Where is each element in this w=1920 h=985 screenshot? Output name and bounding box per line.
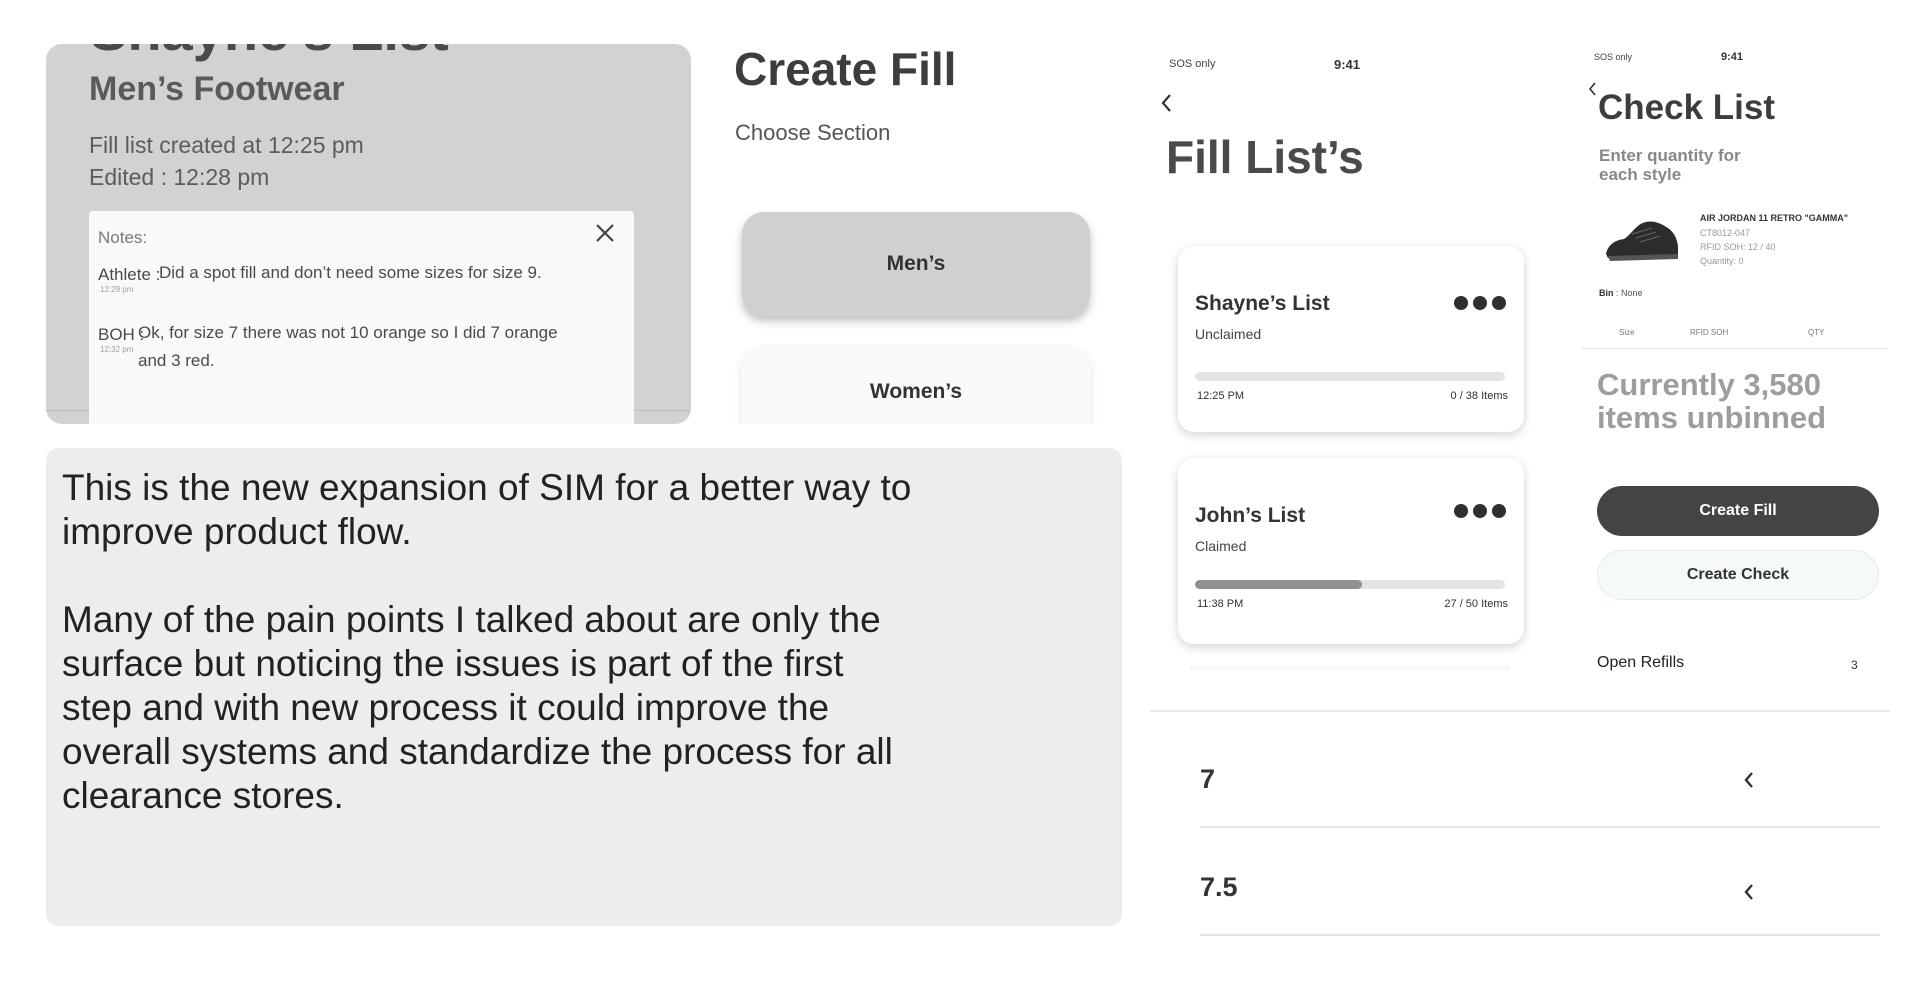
page-subtitle: Choose Section	[735, 120, 891, 145]
product-sku: CT8012-047	[1700, 228, 1751, 238]
page-title: Fill List’s	[1166, 131, 1364, 183]
page-title: Create Fill	[734, 43, 957, 95]
close-icon[interactable]	[593, 221, 617, 245]
list-name: Shayne’s List	[1195, 292, 1330, 315]
product-quantity: Quantity: 0	[1700, 256, 1744, 266]
fill-list-card[interactable]: John’s List Claimed 11:38 PM 27 / 50 Ite…	[1178, 458, 1524, 644]
note-timestamp: 12:32 pm	[100, 345, 134, 354]
column-header: QTY	[1808, 328, 1825, 337]
column-header: RFID SOH	[1690, 328, 1729, 337]
section-button-womens[interactable]: Women’s	[742, 348, 1090, 424]
list-count: 27 / 50 Items	[1444, 598, 1508, 610]
note-text: Did a spot fill and don’t need some size…	[159, 263, 542, 282]
column-header: Size	[1619, 328, 1635, 337]
more-options-icon[interactable]	[1454, 296, 1506, 310]
progress-bar	[1195, 580, 1505, 589]
divider	[1150, 710, 1890, 712]
product-name: AIR JORDAN 11 RETRO "GAMMA"	[1700, 213, 1849, 223]
mens-footwear-panel: Shayne's List Men’s Footwear Fill list c…	[46, 44, 691, 424]
notes-modal: Notes: Athlete : Did a spot fill and don…	[89, 211, 634, 424]
list-time: 12:25 PM	[1197, 390, 1245, 402]
note-text: Ok, for size 7 there was not 10 orange s…	[138, 323, 558, 342]
edited-time: Edited : 12:28 pm	[89, 164, 270, 190]
progress-bar	[1195, 372, 1505, 381]
size-row[interactable]: 7.5	[1200, 826, 1880, 936]
create-check-button[interactable]: Create Check	[1597, 550, 1879, 600]
create-fill-panel: Create Fill Choose Section Men’s Women’s	[714, 36, 1114, 424]
list-status: Claimed	[1195, 538, 1247, 554]
open-refills-count: 3	[1851, 658, 1858, 672]
back-chevron-icon[interactable]	[1159, 92, 1173, 114]
description-box: This is the new expansion of SIM for a b…	[46, 448, 1122, 926]
size-value: 7	[1200, 764, 1216, 794]
card-fade	[1190, 666, 1510, 672]
sneaker-image	[1606, 221, 1678, 261]
note-timestamp: 12:29 pm	[100, 285, 134, 294]
page-title: Check List	[1598, 88, 1775, 127]
note-author: Athlete :	[98, 265, 161, 284]
chevron-left-icon[interactable]	[1742, 882, 1756, 902]
open-refills-label[interactable]: Open Refills	[1597, 654, 1684, 672]
carrier-status: SOS only	[1594, 52, 1633, 62]
instruction-text: Enter quantity for each style	[1599, 146, 1741, 184]
check-list-screen: SOS only 9:41 Check List Enter quantity …	[1568, 36, 1888, 686]
notes-label: Notes:	[98, 228, 148, 247]
list-time: 11:38 PM	[1197, 598, 1244, 610]
chevron-left-icon[interactable]	[1742, 770, 1756, 790]
description-paragraph: This is the new expansion of SIM for a b…	[62, 467, 912, 552]
back-chevron-icon[interactable]	[1587, 81, 1597, 97]
status-time: 9:41	[1721, 51, 1744, 63]
bin-info: Bin : None	[1599, 288, 1643, 298]
carrier-status: SOS only	[1169, 58, 1216, 70]
size-row[interactable]: 7	[1200, 718, 1880, 828]
description-paragraph: Many of the pain points I talked about a…	[62, 599, 893, 816]
size-value: 7.5	[1200, 872, 1238, 902]
product-rfid: RFID SOH: 12 / 40	[1700, 242, 1776, 252]
list-count: 0 / 38 Items	[1450, 390, 1508, 402]
note-text-continued: and 3 red.	[138, 351, 215, 370]
divider	[1581, 348, 1888, 349]
list-status: Unclaimed	[1195, 326, 1262, 342]
size-list: 7 7.5	[1150, 710, 1890, 936]
fill-list-card[interactable]: Shayne’s List Unclaimed 12:25 PM 0 / 38 …	[1178, 246, 1524, 432]
more-options-icon[interactable]	[1454, 504, 1506, 518]
create-fill-button[interactable]: Create Fill	[1597, 486, 1879, 536]
created-time: Fill list created at 12:25 pm	[89, 132, 364, 158]
bin-value: : None	[1613, 288, 1643, 298]
bin-label: Bin	[1599, 288, 1614, 298]
section-button-mens[interactable]: Men’s	[742, 212, 1090, 316]
section-title: Men’s Footwear	[89, 70, 345, 108]
fill-lists-screen: SOS only 9:41 Fill List’s Shayne’s List …	[1150, 40, 1530, 672]
status-time: 9:41	[1334, 57, 1361, 72]
list-title: Shayne's List	[90, 44, 449, 63]
unbinned-summary: Currently 3,580 items unbinned	[1597, 367, 1827, 435]
list-name: John’s List	[1195, 504, 1306, 527]
